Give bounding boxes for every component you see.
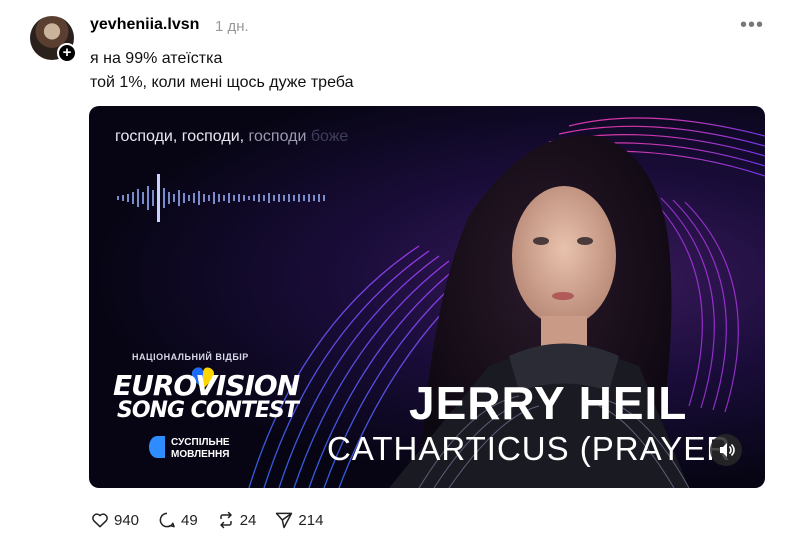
speaker-icon-graphic bbox=[720, 443, 735, 457]
share-count: 214 bbox=[298, 511, 324, 529]
song-title: CATHARTICUS (PRAYER bbox=[327, 430, 732, 467]
post-caption: я на 99% атеїстка той 1%, коли мені щось… bbox=[90, 47, 354, 95]
action-bar: 940 49 24 214 bbox=[90, 508, 341, 532]
share-button[interactable]: 214 bbox=[274, 510, 323, 530]
broadcaster-line-1: СУСПІЛЬНЕ bbox=[171, 437, 230, 448]
caption-line-2: той 1%, коли мені щось дуже треба bbox=[90, 74, 354, 91]
comment-icon bbox=[159, 512, 175, 528]
lyric-text: господи, господи, господи боже bbox=[115, 128, 348, 146]
speaker-icon[interactable] bbox=[710, 434, 742, 466]
repost-count: 24 bbox=[239, 511, 257, 529]
lyric-fade-1: господи bbox=[248, 128, 311, 145]
like-button[interactable]: 940 bbox=[90, 510, 139, 530]
more-options-icon[interactable]: ••• bbox=[740, 14, 764, 37]
national-selection-label: НАЦІОНАЛЬНИЙ ВІДБІР bbox=[132, 352, 249, 362]
broadcaster-logo-icon bbox=[149, 436, 165, 458]
repost-icon bbox=[219, 511, 232, 529]
lyric-main: господи, господи, bbox=[115, 128, 249, 145]
artist-name: JERRY HEIL bbox=[409, 377, 688, 429]
like-count: 940 bbox=[114, 511, 140, 529]
caption-line-1: я на 99% атеїстка bbox=[90, 50, 223, 67]
heart-icon bbox=[92, 513, 108, 528]
video-player[interactable]: господи, господи, господи боже НАЦІОНАЛЬ… bbox=[89, 106, 765, 488]
repost-button[interactable]: 24 bbox=[216, 510, 257, 530]
lyric-fade-2: боже bbox=[310, 128, 349, 145]
follow-plus-icon[interactable]: + bbox=[57, 43, 77, 63]
thread-post: + yevheniia.lvsn 1 дн. ••• я на 99% атеї… bbox=[0, 0, 794, 545]
eurovision-logo-line-2: SONG CONTEST bbox=[117, 398, 299, 423]
broadcaster-line-2: МОВЛЕННЯ bbox=[171, 449, 230, 460]
username-link[interactable]: yevheniia.lvsn bbox=[90, 16, 199, 34]
eurovision-logo-line-1: EUROVISION bbox=[113, 369, 300, 402]
send-icon bbox=[276, 512, 293, 529]
post-time: 1 дн. bbox=[215, 18, 249, 35]
comment-count: 49 bbox=[181, 511, 198, 529]
comment-button[interactable]: 49 bbox=[157, 510, 198, 530]
